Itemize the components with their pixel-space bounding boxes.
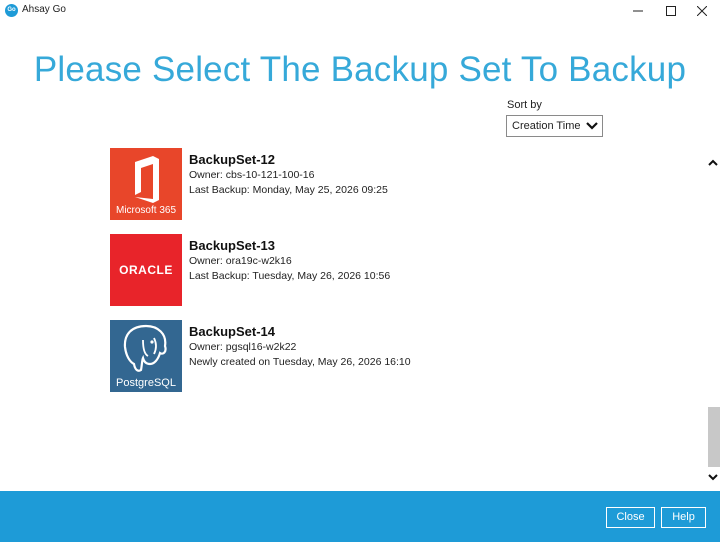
- backup-set-name: BackupSet-14: [189, 324, 275, 339]
- scrollbar-thumb[interactable]: [708, 407, 720, 467]
- close-button[interactable]: Close: [606, 507, 655, 528]
- microsoft-365-icon: Microsoft 365: [110, 148, 182, 220]
- backup-set-name: BackupSet-12: [189, 152, 275, 167]
- backup-set-status: Last Backup: Tuesday, May 26, 2026 10:56: [189, 270, 391, 282]
- logo-label: ORACLE: [119, 263, 173, 277]
- sort-dropdown[interactable]: Creation Time: [506, 115, 603, 137]
- footer-bar: Close Help: [0, 491, 720, 542]
- backup-set-item[interactable]: Microsoft 365 BackupSet-12 Owner: cbs-10…: [110, 148, 610, 234]
- logo-label: Microsoft 365: [116, 205, 176, 216]
- window-title: Ahsay Go: [22, 4, 66, 15]
- page-title: Please Select The Backup Set To Backup: [33, 50, 687, 89]
- window-close-button[interactable]: [684, 0, 720, 22]
- chevron-down-icon: [586, 122, 598, 130]
- backup-set-owner: Owner: pgsql16-w2k22: [189, 341, 297, 353]
- backup-set-owner: Owner: cbs-10-121-100-16: [189, 169, 315, 181]
- app-icon: Go: [5, 4, 18, 17]
- logo-label: PostgreSQL: [116, 377, 176, 389]
- backup-set-owner: Owner: ora19c-w2k16: [189, 255, 292, 267]
- backup-set-item[interactable]: PostgreSQL BackupSet-14 Owner: pgsql16-w…: [110, 320, 610, 406]
- scroll-up-button[interactable]: [706, 156, 720, 170]
- chevron-down-icon: [708, 474, 718, 481]
- sort-selected-value: Creation Time: [512, 120, 581, 132]
- backup-set-item[interactable]: ORACLE BackupSet-13 Owner: ora19c-w2k16 …: [110, 234, 610, 320]
- backup-set-name: BackupSet-13: [189, 238, 275, 253]
- scroll-down-button[interactable]: [706, 470, 720, 484]
- backup-set-list: Microsoft 365 BackupSet-12 Owner: cbs-10…: [110, 148, 610, 406]
- minimize-icon: [633, 10, 643, 12]
- sort-label: Sort by: [507, 99, 542, 111]
- title-bar: Go Ahsay Go: [0, 0, 720, 22]
- help-button[interactable]: Help: [661, 507, 706, 528]
- minimize-button[interactable]: [620, 0, 656, 22]
- chevron-up-icon: [708, 159, 718, 166]
- close-icon: [697, 6, 707, 16]
- postgresql-icon: PostgreSQL: [110, 320, 182, 392]
- maximize-icon: [666, 6, 676, 16]
- backup-set-status: Newly created on Tuesday, May 26, 2026 1…: [189, 356, 411, 368]
- backup-set-status: Last Backup: Monday, May 25, 2026 09:25: [189, 184, 388, 196]
- oracle-icon: ORACLE: [110, 234, 182, 306]
